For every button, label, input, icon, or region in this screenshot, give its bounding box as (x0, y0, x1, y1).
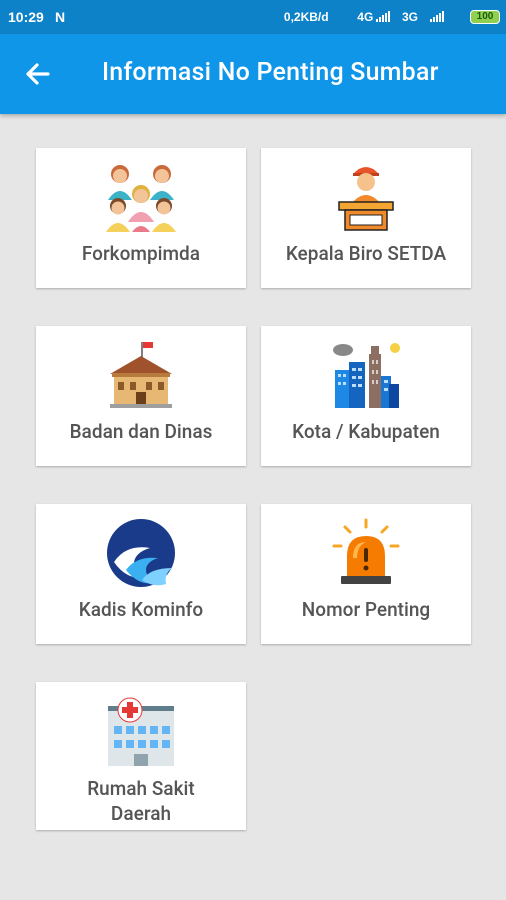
notification-icon: N (55, 9, 66, 25)
page-title: Informasi No Penting Sumbar (102, 58, 439, 87)
network-type-1: 4G (357, 10, 374, 24)
people-group-icon (106, 165, 176, 232)
menu-card-forkompimda[interactable]: Forkompimda (36, 148, 246, 288)
menu-card-label-line2: Daerah (110, 802, 172, 825)
city-skyline-icon (333, 343, 400, 408)
menu-card-label: Badan dan Dinas (69, 420, 213, 443)
government-building-icon (110, 342, 172, 408)
signal-icon (376, 11, 390, 22)
menu-card-rumah-sakit-daerah[interactable]: Rumah Sakit Daerah (36, 682, 246, 830)
network-status: 0,2KB/d 4G 3G (284, 10, 418, 24)
emergency-siren-icon (332, 518, 400, 584)
app-bar: Informasi No Penting Sumbar (0, 34, 506, 114)
menu-card-label: Kota / Kabupaten (292, 420, 440, 443)
menu-card-kadis-kominfo[interactable]: Kadis Kominfo (36, 504, 246, 644)
battery-icon: 100 (470, 10, 500, 24)
menu-card-label: Kadis Kominfo (78, 598, 204, 621)
network-speed: 0,2KB/d (283, 10, 329, 24)
back-button[interactable] (22, 58, 54, 90)
status-time: 10:29 (8, 9, 44, 25)
menu-card-label: Rumah Sakit Daerah (36, 776, 246, 826)
menu-card-kepala-biro-setda[interactable]: Kepala Biro SETDA (261, 148, 471, 288)
menu-card-label: Nomor Penting (301, 598, 431, 621)
menu-card-badan-dan-dinas[interactable]: Badan dan Dinas (36, 326, 246, 466)
kominfo-logo-icon (107, 519, 175, 587)
menu-card-label-line1: Rumah Sakit (87, 777, 195, 800)
status-bar: 10:29 N 0,2KB/d 4G 3G 100 (0, 0, 506, 34)
menu-card-kota-kabupaten[interactable]: Kota / Kabupaten (261, 326, 471, 466)
menu-card-nomor-penting[interactable]: Nomor Penting (261, 504, 471, 644)
menu-card-label: Kepala Biro SETDA (285, 242, 447, 265)
signal-icon (430, 11, 444, 22)
arrow-left-icon (26, 63, 50, 85)
speaker-podium-icon (331, 162, 401, 232)
network-type-2: 3G (401, 10, 418, 24)
hospital-icon (108, 697, 174, 766)
menu-card-label: Forkompimda (81, 242, 201, 265)
